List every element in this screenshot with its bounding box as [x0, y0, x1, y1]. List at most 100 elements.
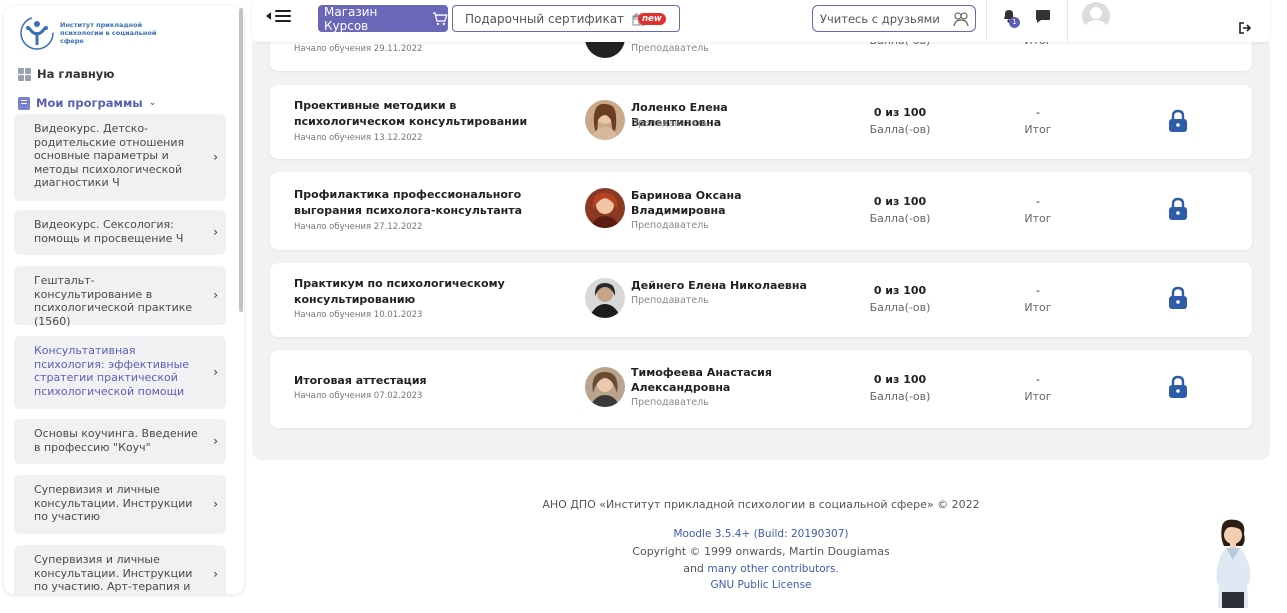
teacher-role: Преподаватель	[631, 397, 709, 408]
course-title[interactable]: Итоговая аттестация	[294, 373, 564, 389]
score-label: Балла(-ов)	[869, 301, 931, 314]
footer-contributors: and many other contributors.	[252, 562, 1270, 575]
chevron-right-icon: ›	[213, 433, 218, 448]
course-title[interactable]: Практикум по психологическому консультир…	[294, 276, 564, 308]
sidebar-toggle[interactable]	[266, 10, 291, 22]
course-start-date: Начало обучения 27.12.2022	[294, 222, 423, 232]
program-item-label: Супервизия и личные консультации. Инстру…	[34, 553, 193, 594]
gift-certificate-button[interactable]: Подарочный сертификат new	[452, 5, 680, 32]
teacher-role: Преподаватель	[631, 43, 709, 54]
result-label: Итог	[1024, 212, 1052, 225]
dashboard-icon	[18, 67, 31, 81]
course-score: 0 из 100	[873, 106, 927, 119]
course-start-date: Начало обучения 29.11.2022	[294, 44, 423, 54]
program-item-label: Основы коучинга. Введение в профессию "К…	[34, 427, 198, 454]
nav-my-programs-label: Мои программы	[36, 96, 143, 110]
score-label: Балла(-ов)	[869, 390, 931, 403]
course-title[interactable]: Проективные методики в психологическом к…	[294, 98, 564, 130]
course-result: -	[1036, 106, 1040, 119]
assistant-character-icon[interactable]	[1210, 518, 1256, 608]
teacher-name: Тимофеева Анастасия Александровна	[631, 366, 772, 394]
nav-my-programs[interactable]: Мои программы ⌄	[18, 96, 156, 110]
menu-icon	[275, 10, 291, 22]
course-start-date: Начало обучения 10.01.2023	[294, 310, 423, 320]
logo[interactable]: Институт прикладной психологии в социаль…	[20, 16, 160, 50]
logout-icon[interactable]	[1238, 22, 1252, 34]
course-shop-button[interactable]: Магазин Курсов	[318, 4, 448, 33]
footer-copyright: Copyright © 1999 onwards, Martin Dougiam…	[632, 545, 890, 558]
nav-home[interactable]: На главную	[18, 67, 114, 81]
program-item-label: Гештальт-консультирование в психологичес…	[34, 274, 193, 328]
lock-icon[interactable]	[1168, 109, 1188, 133]
notification-badge: 1	[1009, 17, 1020, 28]
user-avatar[interactable]	[1082, 2, 1110, 30]
teacher-avatar	[585, 188, 625, 228]
result-label: Итог	[1024, 390, 1052, 403]
top-bar: Магазин Курсов Подарочный сертификат new…	[252, 0, 1270, 42]
program-item[interactable]: Гештальт-консультирование в психологичес…	[14, 266, 226, 328]
license-link[interactable]: GNU Public License	[252, 579, 1270, 591]
course-start-date: Начало обучения 07.02.2023	[294, 391, 423, 401]
course-shop-label: Магазин Курсов	[324, 4, 378, 33]
logo-text: Институт прикладной психологии в социаль…	[60, 21, 157, 45]
course-result: -	[1036, 373, 1040, 386]
courses-panel: Начало обучения 29.11.2022 Преподаватель…	[252, 18, 1270, 460]
divider	[1067, 0, 1068, 42]
score-label: Балла(-ов)	[869, 123, 931, 136]
moodle-version-link[interactable]: Moodle 3.5.4+ (Build: 20190307)	[252, 528, 1270, 540]
course-card[interactable]: Профилактика профессионального выгорания…	[270, 172, 1252, 250]
sidebar: Институт прикладной психологии в социаль…	[4, 6, 244, 594]
chevron-right-icon: ›	[213, 567, 218, 582]
chat-icon[interactable]	[1035, 9, 1051, 24]
program-item[interactable]: Видеокурс. Детско-родительские отношения…	[14, 114, 226, 201]
course-result: -	[1036, 195, 1040, 208]
chevron-right-icon: ›	[213, 287, 218, 302]
footer-org: АНО ДПО «Институт прикладной психологии …	[542, 498, 980, 511]
program-item-label: Супервизия и личные консультации. Инстру…	[34, 483, 193, 524]
caret-left-icon	[266, 12, 271, 20]
nav-home-label: На главную	[37, 67, 115, 81]
teacher-name: Дейнего Елена Николаевна	[631, 279, 807, 292]
sidebar-scrollbar[interactable]	[239, 8, 243, 312]
program-item-label: Видеокурс. Детско-родительские отношения…	[34, 122, 185, 190]
teacher-avatar	[585, 278, 625, 318]
course-result: -	[1036, 284, 1040, 297]
cart-icon	[433, 11, 448, 25]
divider	[986, 0, 987, 42]
learn-with-friends-button[interactable]: Учитесь с друзьями	[812, 5, 976, 32]
program-item[interactable]: Супервизия и личные консультации. Инстру…	[14, 545, 226, 594]
program-item-active[interactable]: Консультативная психология: эффективные …	[14, 336, 226, 409]
result-label: Итог	[1024, 301, 1052, 314]
lock-icon[interactable]	[1168, 286, 1188, 310]
gift-certificate-label: Подарочный сертификат	[465, 11, 625, 26]
teacher-avatar	[585, 367, 625, 407]
program-item-label: Консультативная психология: эффективные …	[34, 344, 190, 398]
course-score: 0 из 100	[873, 373, 927, 386]
course-card[interactable]: Практикум по психологическому консультир…	[270, 263, 1252, 337]
chevron-right-icon: ›	[213, 149, 218, 164]
course-card[interactable]: Итоговая аттестация Начало обучения 07.0…	[270, 350, 1252, 428]
teacher-name: Баринова Оксана Владимировна	[631, 189, 742, 217]
program-item[interactable]: Видеокурс. Сексология: помощь и просвеще…	[14, 210, 226, 255]
score-label: Балла(-ов)	[869, 212, 931, 225]
result-label: Итог	[1024, 123, 1052, 136]
course-score: 0 из 100	[873, 195, 927, 208]
footer-and: and	[683, 562, 704, 575]
chevron-down-icon: ⌄	[148, 98, 157, 108]
new-badge: new	[638, 13, 666, 25]
program-item[interactable]: Супервизия и личные консультации. Инстру…	[14, 475, 226, 534]
lock-icon[interactable]	[1168, 375, 1188, 399]
lock-icon[interactable]	[1168, 197, 1188, 221]
program-item-label: Видеокурс. Сексология: помощь и просвеще…	[34, 218, 184, 245]
course-card[interactable]: Проективные методики в психологическом к…	[270, 85, 1252, 159]
chevron-right-icon: ›	[213, 496, 218, 511]
course-score: 0 из 100	[873, 284, 927, 297]
contributors-link[interactable]: many other contributors.	[707, 563, 838, 575]
teacher-role: Преподаватель	[631, 295, 709, 306]
chevron-right-icon: ›	[213, 224, 218, 239]
program-item[interactable]: Основы коучинга. Введение в профессию "К…	[14, 419, 226, 464]
course-start-date: Начало обучения 13.12.2022	[294, 133, 423, 143]
book-icon	[18, 96, 30, 110]
course-title[interactable]: Профилактика профессионального выгорания…	[294, 187, 564, 219]
teacher-avatar	[585, 100, 625, 140]
